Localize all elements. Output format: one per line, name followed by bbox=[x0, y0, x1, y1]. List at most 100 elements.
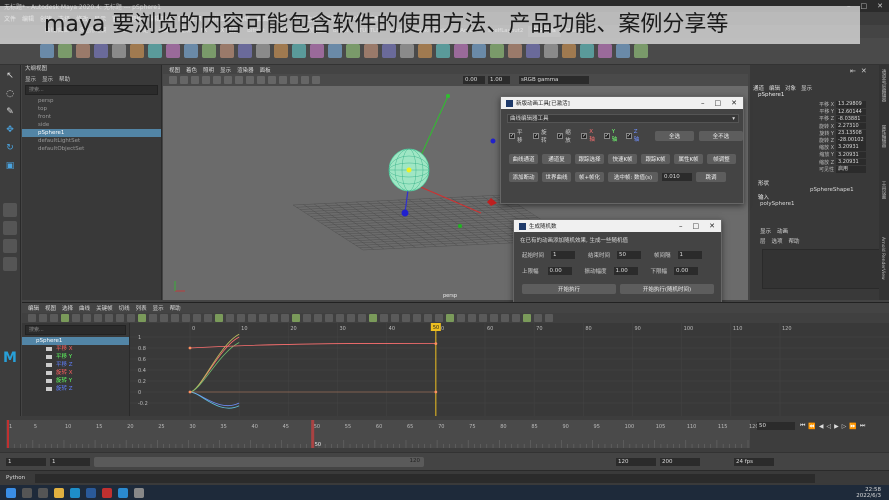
outliner-item[interactable]: defaultLightSet bbox=[22, 137, 161, 145]
command-line[interactable]: Python bbox=[0, 470, 889, 485]
shelf-tool-icon[interactable] bbox=[256, 44, 270, 58]
isolate-icon[interactable] bbox=[312, 76, 320, 84]
shelf-tool-icon[interactable] bbox=[508, 44, 522, 58]
anim-curve[interactable] bbox=[189, 342, 240, 393]
shelf-tool-icon[interactable] bbox=[76, 44, 90, 58]
smooth-shade-icon[interactable] bbox=[257, 76, 265, 84]
shelf-tool-icon[interactable] bbox=[292, 44, 306, 58]
shelf-tool-icon[interactable] bbox=[616, 44, 630, 58]
graph-tool-icon[interactable] bbox=[314, 314, 322, 322]
graph-search-input[interactable]: 搜索... bbox=[25, 325, 126, 335]
side-tab[interactable]: 工具设置 bbox=[879, 177, 887, 233]
tool-button[interactable]: 曲线通道 bbox=[509, 154, 538, 164]
outliner-menu-item[interactable]: 显示 bbox=[42, 75, 53, 83]
channel-value[interactable]: 23.13508 bbox=[836, 130, 866, 137]
task-view-icon[interactable] bbox=[38, 487, 48, 498]
go-end-icon[interactable]: ⏭ bbox=[860, 422, 865, 430]
tool-button[interactable]: 属性K帧 bbox=[674, 154, 703, 164]
shelf-tool-icon[interactable] bbox=[598, 44, 612, 58]
axis-checkbox[interactable]: ✓ 缩放 bbox=[557, 128, 575, 144]
keyframe-point[interactable] bbox=[188, 390, 192, 394]
shelf-tool-icon[interactable] bbox=[472, 44, 486, 58]
apply-button[interactable]: 跳调 bbox=[696, 172, 726, 182]
shelf-tool-icon[interactable] bbox=[544, 44, 558, 58]
viewport-menu-item[interactable]: 显示 bbox=[220, 66, 231, 74]
tool-button[interactable]: 世界曲线 bbox=[542, 172, 571, 182]
graph-tool-icon[interactable] bbox=[149, 314, 157, 322]
shelf-tool-icon[interactable] bbox=[202, 44, 216, 58]
viewport-menu-item[interactable]: 照明 bbox=[203, 66, 214, 74]
anim-curve[interactable] bbox=[189, 391, 240, 406]
image-plane-icon[interactable] bbox=[202, 76, 210, 84]
channel-value[interactable]: 3.20931 bbox=[836, 151, 866, 159]
keyframe-point[interactable] bbox=[434, 342, 438, 345]
side-tab[interactable]: 属性编辑器 bbox=[879, 121, 887, 177]
channel-value[interactable]: 3.20931 bbox=[836, 158, 866, 166]
graph-tool-icon[interactable] bbox=[171, 314, 179, 322]
tool-button[interactable]: 添加断动 bbox=[509, 172, 538, 182]
layout-two-icon[interactable] bbox=[3, 239, 17, 253]
close-panel-icon[interactable]: ✕ bbox=[861, 67, 867, 75]
channel-value[interactable]: -28.00102 bbox=[836, 137, 866, 144]
graph-tool-icon[interactable] bbox=[215, 314, 223, 322]
graph-tool-icon[interactable] bbox=[39, 314, 47, 322]
graph-channel[interactable]: 平移 X bbox=[22, 345, 129, 353]
graph-tool-icon[interactable] bbox=[479, 314, 487, 322]
shelf-tool-icon[interactable] bbox=[400, 44, 414, 58]
camera-icon[interactable] bbox=[169, 76, 177, 84]
minimize-icon[interactable]: – bbox=[679, 222, 683, 230]
channel-visibility-icon[interactable] bbox=[46, 347, 52, 351]
outliner-item[interactable]: front bbox=[22, 113, 161, 121]
layout-four-icon[interactable] bbox=[3, 221, 17, 235]
channel-tab[interactable]: 显示 bbox=[801, 84, 812, 92]
shelf-tool-icon[interactable] bbox=[382, 44, 396, 58]
colorspace-select[interactable]: sRGB gamma bbox=[519, 76, 589, 84]
shelf-tool-icon[interactable] bbox=[238, 44, 252, 58]
axis-checkbox[interactable]: ✓ 旋转 bbox=[533, 128, 551, 144]
shelf-tool-icon[interactable] bbox=[328, 44, 342, 58]
close-icon[interactable]: ✕ bbox=[731, 99, 737, 107]
shelf-tool-icon[interactable] bbox=[310, 44, 324, 58]
step-forward-icon[interactable]: ▷ bbox=[842, 423, 847, 430]
viewport-menu-item[interactable]: 着色 bbox=[186, 66, 197, 74]
gamma-field[interactable]: 1.00 bbox=[488, 76, 510, 84]
shelf-tool-icon[interactable] bbox=[454, 44, 468, 58]
step-back-key-icon[interactable]: ⏪ bbox=[808, 423, 815, 430]
anim-end-field[interactable]: 200 bbox=[660, 457, 700, 466]
shadows-icon[interactable] bbox=[290, 76, 298, 84]
graph-tool-icon[interactable] bbox=[534, 314, 542, 322]
shelf-tool-icon[interactable] bbox=[634, 44, 648, 58]
shelf-tool-icon[interactable] bbox=[490, 44, 504, 58]
amplitude-field[interactable]: 1.00 bbox=[613, 267, 638, 275]
graph-tool-icon[interactable] bbox=[193, 314, 201, 322]
current-frame-field[interactable]: 50 bbox=[757, 422, 795, 430]
close-icon[interactable]: ✕ bbox=[709, 222, 715, 230]
graph-tool-icon[interactable] bbox=[160, 314, 168, 322]
graph-tool-icon[interactable] bbox=[281, 314, 289, 322]
graph-tool-icon[interactable] bbox=[248, 314, 256, 322]
graph-tool-icon[interactable] bbox=[523, 314, 531, 322]
shelf-tool-icon[interactable] bbox=[58, 44, 72, 58]
search-icon[interactable] bbox=[22, 487, 32, 498]
graph-tool-icon[interactable] bbox=[259, 314, 267, 322]
move-tool-icon[interactable]: ✥ bbox=[3, 123, 17, 137]
graph-tool-icon[interactable] bbox=[50, 314, 58, 322]
app-icon[interactable] bbox=[86, 487, 96, 498]
graph-menu-item[interactable]: 曲线 bbox=[79, 304, 90, 312]
wireframe-icon[interactable] bbox=[246, 76, 254, 84]
fps-select[interactable]: 24 fps bbox=[734, 457, 774, 466]
playback-end-field[interactable]: 120 bbox=[616, 457, 656, 466]
shelf-tool-icon[interactable] bbox=[274, 44, 288, 58]
side-tab[interactable]: Arnold RenderView bbox=[879, 233, 886, 289]
lasso-tool-icon[interactable]: ◌ bbox=[3, 87, 17, 101]
maximize-icon[interactable]: □ bbox=[693, 222, 700, 230]
channel-value[interactable]: 2.27310 bbox=[836, 122, 866, 130]
shelf-tool-icon[interactable] bbox=[418, 44, 432, 58]
anim-start-field[interactable]: 1 bbox=[6, 457, 46, 466]
play-back-icon[interactable]: ◁ bbox=[827, 423, 832, 430]
graph-tool-icon[interactable] bbox=[369, 314, 377, 322]
outliner-menu-item[interactable]: 显示 bbox=[25, 75, 36, 83]
graph-tool-icon[interactable] bbox=[292, 314, 300, 322]
axis-checkbox[interactable]: ✓ X轴 bbox=[581, 129, 597, 143]
axis-checkbox[interactable]: ✓ Y轴 bbox=[603, 129, 620, 143]
